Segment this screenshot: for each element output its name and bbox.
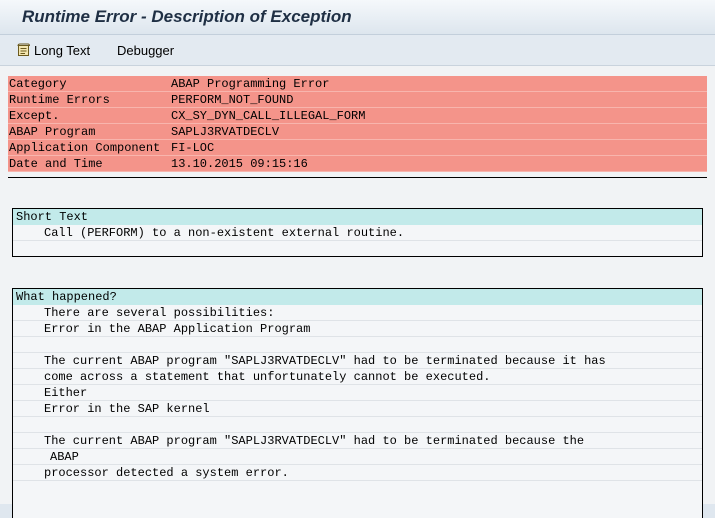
short-text-section: Short Text Call (PERFORM) to a non-exist… <box>12 208 703 257</box>
header-separator <box>8 177 707 178</box>
text-line-content: The current ABAP program "SAPLJ3RVATDECL… <box>44 434 585 448</box>
section-heading: What happened? <box>13 289 702 305</box>
header-value: 13.10.2015 09:15:16 <box>171 157 308 171</box>
header-value: FI-LOC <box>171 141 215 155</box>
section-heading: Short Text <box>13 209 702 225</box>
what-happened-heading: What happened? <box>16 290 117 304</box>
text-line: Error in the ABAP Application Program <box>13 321 702 337</box>
window-title: Runtime Error - Description of Exception <box>22 7 352 26</box>
header-row-exception: Except. CX_SY_DYN_CALL_ILLEGAL_FORM <box>8 108 707 124</box>
text-line-content: Either <box>44 386 88 400</box>
title-bar: Runtime Error - Description of Exception <box>0 0 715 35</box>
header-key: Runtime Errors <box>9 93 110 107</box>
text-line <box>13 417 702 433</box>
short-text-heading: Short Text <box>16 210 89 224</box>
header-value: PERFORM_NOT_FOUND <box>171 93 294 107</box>
text-line: ABAP <box>13 449 702 465</box>
text-line: The current ABAP program "SAPLJ3RVATDECL… <box>13 433 702 449</box>
header-key: Category <box>9 77 67 91</box>
header-row-abap-program: ABAP Program SAPLJ3RVATDECLV <box>8 124 707 140</box>
text-line-content: Error in the ABAP Application Program <box>44 322 311 336</box>
error-header-table: Category ABAP Programming Error Runtime … <box>8 76 707 172</box>
text-line: There are several possibilities: <box>13 305 702 321</box>
short-text-line: Call (PERFORM) to a non-existent externa… <box>44 226 405 240</box>
text-line: The current ABAP program "SAPLJ3RVATDECL… <box>13 353 702 369</box>
text-line-content: Error in the SAP kernel <box>44 402 210 416</box>
debugger-label: Debugger <box>117 42 175 58</box>
text-line: Call (PERFORM) to a non-existent externa… <box>13 225 702 241</box>
debugger-button[interactable]: Debugger <box>117 41 174 59</box>
text-line-content: ABAP <box>50 450 79 464</box>
long-text-label: Long Text <box>34 42 91 58</box>
header-row-runtime-errors: Runtime Errors PERFORM_NOT_FOUND <box>8 92 707 108</box>
text-line: Either <box>13 385 702 401</box>
header-value: SAPLJ3RVATDECLV <box>171 125 280 139</box>
text-line-content: processor detected a system error. <box>44 466 289 480</box>
application-toolbar: Long Text Debugger <box>0 35 715 66</box>
header-value: ABAP Programming Error <box>171 77 330 91</box>
header-row-category: Category ABAP Programming Error <box>8 76 707 92</box>
text-line-content: come across a statement that unfortunate… <box>44 370 491 384</box>
header-key: ABAP Program <box>9 125 96 139</box>
what-happened-section: What happened? There are several possibi… <box>12 288 703 518</box>
scroll-icon <box>16 43 31 58</box>
header-row-date-time: Date and Time 13.10.2015 09:15:16 <box>8 156 707 172</box>
long-text-button[interactable]: Long Text <box>16 41 90 59</box>
header-key: Except. <box>9 109 60 123</box>
text-line: come across a statement that unfortunate… <box>13 369 702 385</box>
header-key: Date and Time <box>9 157 103 171</box>
text-line-content: There are several possibilities: <box>44 306 275 320</box>
content-area: Category ABAP Programming Error Runtime … <box>0 66 715 518</box>
text-line: processor detected a system error. <box>13 465 702 481</box>
header-value: CX_SY_DYN_CALL_ILLEGAL_FORM <box>171 109 366 123</box>
text-line-content: The current ABAP program "SAPLJ3RVATDECL… <box>44 354 606 368</box>
header-row-application-component: Application Component FI-LOC <box>8 140 707 156</box>
text-line: Error in the SAP kernel <box>13 401 702 417</box>
header-key: Application Component <box>9 141 161 155</box>
text-line <box>13 337 702 353</box>
